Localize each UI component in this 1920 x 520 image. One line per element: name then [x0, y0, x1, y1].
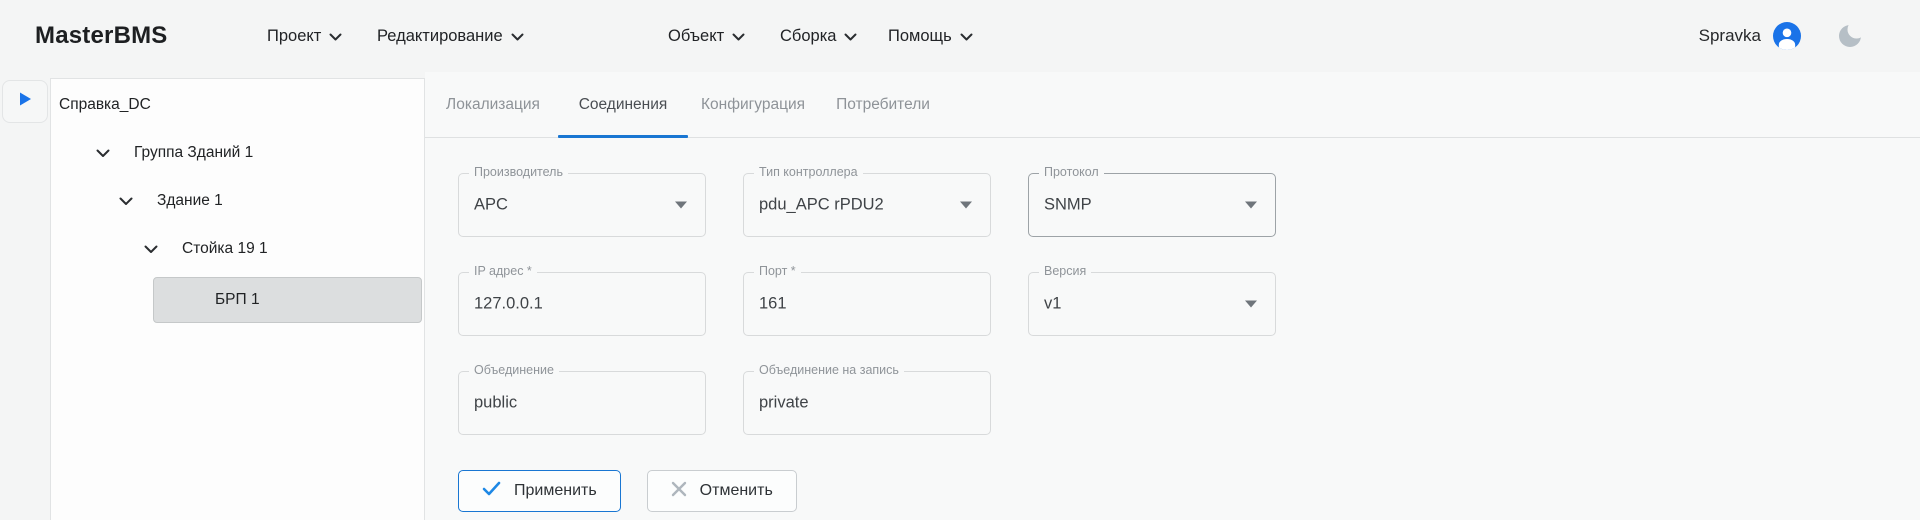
- close-icon: [671, 481, 687, 502]
- tree-node-label: Стойка 19 1: [182, 240, 268, 257]
- field-label: Версия: [1039, 264, 1092, 278]
- tab-localization[interactable]: Локализация: [428, 72, 558, 137]
- field-value: SNMP: [1044, 195, 1092, 214]
- tree-node-label: БРП 1: [215, 291, 260, 308]
- tree-root-label: Справка_DC: [59, 96, 151, 113]
- ip-address-field[interactable]: IP адрес *: [458, 264, 706, 336]
- cancel-button-label: Отменить: [699, 482, 773, 499]
- dropdown-arrow-icon: [675, 201, 687, 209]
- menu-help[interactable]: Помощь: [888, 0, 973, 72]
- field-label: Порт *: [754, 264, 801, 278]
- menu-edit-label: Редактирование: [377, 26, 503, 45]
- protocol-select[interactable]: Протокол SNMP: [1028, 165, 1276, 237]
- dropdown-arrow-icon: [1245, 201, 1257, 209]
- form-buttons: Применить Отменить: [458, 470, 1920, 512]
- form-row-1: Производитель APC Тип контроллера pdu_AP…: [458, 165, 1920, 237]
- field-label: Объединение на запись: [754, 363, 904, 377]
- menu-help-label: Помощь: [888, 26, 952, 45]
- tabs-bar: Локализация Соединения Конфигурация Потр…: [425, 72, 1920, 138]
- tab-label: Конфигурация: [700, 95, 806, 113]
- chevron-down-icon: [732, 27, 745, 46]
- chevron-down-icon: [844, 27, 857, 46]
- tab-label: Локализация: [446, 95, 540, 113]
- tree-node-building-group[interactable]: Группа Зданий 1: [51, 133, 424, 173]
- tree-node-building[interactable]: Здание 1: [51, 181, 424, 221]
- tab-label: Соединения: [578, 95, 668, 113]
- menu-object[interactable]: Объект: [668, 0, 745, 72]
- app-logo: MasterBMS: [35, 22, 168, 49]
- menu-project-label: Проект: [267, 26, 322, 45]
- manufacturer-select[interactable]: Производитель APC: [458, 165, 706, 237]
- tree-node-root[interactable]: Справка_DC: [51, 85, 424, 125]
- menu-edit[interactable]: Редактирование: [377, 0, 524, 72]
- dropdown-arrow-icon: [1245, 300, 1257, 308]
- tab-connections[interactable]: Соединения: [558, 72, 688, 138]
- menu-project[interactable]: Проект: [267, 0, 342, 72]
- tab-label: Потребители: [836, 95, 930, 113]
- topbar-right: Spravka: [1698, 0, 1866, 72]
- connection-form: Производитель APC Тип контроллера pdu_AP…: [425, 138, 1920, 512]
- field-label: Производитель: [469, 165, 568, 179]
- tree-node-pdu-selected[interactable]: БРП 1: [153, 277, 422, 323]
- user-avatar-icon[interactable]: [1773, 22, 1801, 50]
- chevron-down-icon[interactable]: [119, 197, 133, 206]
- field-value: v1: [1044, 294, 1062, 313]
- sidebar-expand-button[interactable]: [2, 80, 48, 123]
- form-row-2: IP адрес * Порт * Версия v1: [458, 264, 1920, 336]
- field-label: IP адрес *: [469, 264, 537, 278]
- apply-button[interactable]: Применить: [458, 470, 621, 512]
- community-field[interactable]: Объединение: [458, 363, 706, 435]
- dropdown-arrow-icon: [960, 201, 972, 209]
- field-label: Объединение: [469, 363, 559, 377]
- apply-button-label: Применить: [514, 482, 597, 499]
- chevron-down-icon: [960, 27, 973, 46]
- object-tree-panel: Справка_DC Группа Зданий 1 Здание 1 Стой…: [50, 78, 425, 520]
- field-value: APC: [474, 195, 508, 214]
- community-write-input[interactable]: [759, 393, 949, 413]
- tree-node-label: Здание 1: [157, 192, 223, 209]
- chevron-down-icon: [511, 27, 524, 46]
- dark-mode-moon-icon[interactable]: [1837, 20, 1866, 49]
- username-label: Spravka: [1698, 26, 1761, 45]
- cancel-button[interactable]: Отменить: [646, 470, 797, 512]
- field-label: Тип контроллера: [754, 165, 863, 179]
- version-select[interactable]: Версия v1: [1028, 264, 1276, 336]
- community-input[interactable]: [474, 393, 664, 413]
- tree-node-rack[interactable]: Стойка 19 1: [51, 229, 424, 269]
- menu-object-label: Объект: [668, 26, 725, 45]
- play-triangle-icon: [17, 91, 33, 112]
- check-icon: [482, 481, 501, 501]
- controller-type-select[interactable]: Тип контроллера pdu_APC rPDU2: [743, 165, 991, 237]
- tab-consumers[interactable]: Потребители: [818, 72, 948, 137]
- tree-node-label: Группа Зданий 1: [134, 144, 254, 161]
- form-row-3: Объединение Объединение на запись: [458, 363, 1920, 435]
- chevron-down-icon[interactable]: [96, 149, 110, 158]
- menu-assembly[interactable]: Сборка: [780, 0, 857, 72]
- field-value: pdu_APC rPDU2: [759, 195, 884, 214]
- port-input[interactable]: [759, 294, 949, 314]
- field-label: Протокол: [1039, 165, 1104, 179]
- port-field[interactable]: Порт *: [743, 264, 991, 336]
- community-write-field[interactable]: Объединение на запись: [743, 363, 991, 435]
- menu-assembly-label: Сборка: [780, 26, 837, 45]
- chevron-down-icon: [329, 27, 342, 46]
- chevron-down-icon[interactable]: [144, 245, 158, 254]
- main-content: Локализация Соединения Конфигурация Потр…: [425, 72, 1920, 520]
- ip-address-input[interactable]: [474, 294, 664, 314]
- tab-configuration[interactable]: Конфигурация: [688, 72, 818, 137]
- top-bar: MasterBMS Проект Редактирование Объект С…: [0, 0, 1920, 72]
